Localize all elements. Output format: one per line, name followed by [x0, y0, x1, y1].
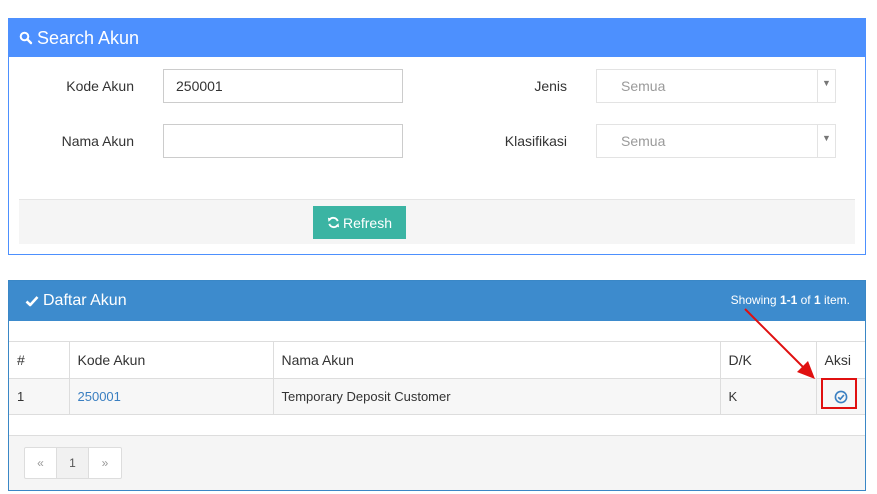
kode-akun-label: Kode Akun — [66, 78, 134, 94]
column-header-nama-akun[interactable]: Nama Akun — [272, 341, 721, 379]
column-header-no[interactable]: # — [9, 341, 70, 379]
check-icon — [25, 294, 39, 308]
summary-range: 1-1 — [779, 293, 798, 307]
summary-total: 1 — [813, 293, 821, 307]
search-icon — [19, 31, 33, 45]
jenis-label: Jenis — [534, 78, 567, 94]
table-header-row: # Kode Akun Nama Akun D/K Aksi — [9, 341, 865, 379]
chevron-down-icon[interactable]: ▼ — [817, 70, 835, 102]
akun-table: # Kode Akun Nama Akun D/K Aksi 1 250001 … — [9, 341, 865, 415]
chevron-down-icon[interactable]: ▼ — [817, 125, 835, 157]
pagination-prev[interactable]: « — [25, 448, 57, 478]
summary-suffix: item. — [820, 293, 850, 307]
list-panel-header: Daftar Akun Showing 1-1 of 1 item. — [9, 281, 865, 321]
summary-prefix: Showing — [730, 293, 780, 307]
nama-akun-input[interactable] — [163, 124, 403, 158]
nama-akun-label: Nama Akun — [61, 133, 134, 149]
pagination-page-1[interactable]: 1 — [57, 448, 89, 478]
pagination-bar: « 1 » — [9, 435, 865, 490]
refresh-icon — [327, 216, 340, 229]
klasifikasi-label: Klasifikasi — [504, 133, 567, 149]
column-header-dk[interactable]: D/K — [719, 341, 817, 379]
kode-akun-value: 250001 — [176, 78, 223, 94]
kode-akun-input[interactable]: 250001 — [163, 69, 403, 103]
summary-of: of — [797, 293, 814, 307]
kode-akun-link[interactable]: 250001 — [68, 378, 274, 415]
search-panel-header: Search Akun — [9, 19, 865, 57]
search-panel-title: Search Akun — [37, 27, 140, 48]
column-header-aksi: Aksi — [815, 341, 865, 379]
nama-akun-cell: Temporary Deposit Customer — [272, 378, 721, 415]
result-summary: Showing 1-1 of 1 item. — [731, 293, 850, 307]
jenis-select[interactable]: Semua ▼ — [596, 69, 836, 103]
search-footer: Refresh — [19, 199, 855, 244]
pagination-next[interactable]: » — [89, 448, 121, 478]
pagination: « 1 » — [24, 447, 122, 479]
table-row: 1 250001 Temporary Deposit Customer K — [9, 378, 865, 415]
list-panel-title: Daftar Akun — [43, 292, 127, 309]
column-header-kode-akun[interactable]: Kode Akun — [68, 341, 274, 379]
search-panel: Search Akun Kode Akun 250001 Nama Akun J… — [8, 18, 866, 255]
aksi-cell — [815, 378, 865, 415]
refresh-button[interactable]: Refresh — [313, 206, 406, 239]
jenis-selected-value: Semua — [621, 78, 666, 94]
klasifikasi-selected-value: Semua — [621, 133, 666, 149]
select-check-icon[interactable] — [834, 390, 848, 404]
row-number: 1 — [9, 378, 70, 415]
klasifikasi-select[interactable]: Semua ▼ — [596, 124, 836, 158]
refresh-button-label: Refresh — [342, 214, 393, 231]
list-panel: Daftar Akun Showing 1-1 of 1 item. # Kod… — [8, 280, 866, 491]
dk-cell: K — [719, 378, 817, 415]
